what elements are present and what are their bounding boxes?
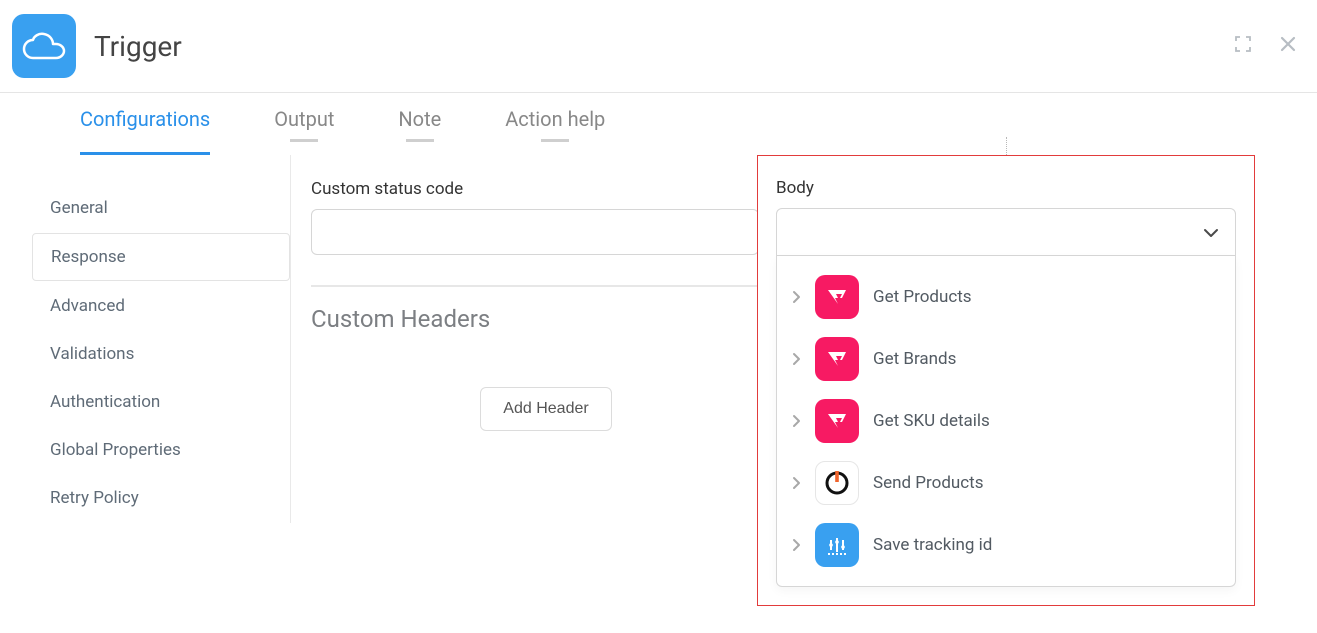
dropdown-item-label: Get Products [873, 287, 972, 307]
sidebar-item-retry-policy[interactable]: Retry Policy [32, 475, 290, 521]
chevron-right-icon [791, 476, 801, 490]
tab-output[interactable]: Output [274, 93, 334, 155]
dropdown-item-label: Save tracking id [873, 535, 992, 555]
tab-note[interactable]: Note [398, 93, 441, 155]
cloud-icon [12, 14, 76, 78]
sidebar-item-response[interactable]: Response [32, 233, 290, 281]
dropdown-item-send-products[interactable]: Send Products [783, 452, 1229, 514]
custom-status-input[interactable] [311, 209, 759, 255]
tabs: Configurations Output Note Action help [0, 93, 1317, 155]
sidebar-item-advanced[interactable]: Advanced [32, 283, 290, 329]
sidebar: General Response Advanced Validations Au… [0, 155, 290, 523]
close-icon[interactable] [1279, 35, 1297, 57]
vtex-icon [815, 399, 859, 443]
content-panel: Custom status code Custom Headers Add He… [290, 155, 1317, 523]
chevron-down-icon [1203, 223, 1219, 242]
tracking-icon [815, 523, 859, 567]
body-select[interactable] [776, 208, 1236, 256]
header: Trigger [0, 0, 1317, 93]
connector-line [1006, 137, 1007, 155]
body-label: Body [776, 178, 1236, 198]
expand-icon[interactable] [1233, 34, 1253, 58]
sidebar-item-validations[interactable]: Validations [32, 331, 290, 377]
chevron-right-icon [791, 290, 801, 304]
sidebar-item-general[interactable]: General [32, 185, 290, 231]
dropdown-item-label: Send Products [873, 473, 984, 493]
body-panel: Body Get Products [757, 155, 1255, 606]
dropdown-item-save-tracking[interactable]: Save tracking id [783, 514, 1229, 576]
power-icon [815, 461, 859, 505]
chevron-right-icon [791, 352, 801, 366]
body-dropdown-list: Get Products Get Brands [776, 256, 1236, 587]
dropdown-item-get-sku[interactable]: Get SKU details [783, 390, 1229, 452]
dropdown-item-label: Get SKU details [873, 411, 990, 431]
dropdown-item-label: Get Brands [873, 349, 956, 369]
tab-configurations[interactable]: Configurations [80, 93, 210, 155]
dropdown-item-get-products[interactable]: Get Products [783, 266, 1229, 328]
sidebar-item-authentication[interactable]: Authentication [32, 379, 290, 425]
custom-status-label: Custom status code [311, 179, 759, 199]
vtex-icon [815, 337, 859, 381]
vtex-icon [815, 275, 859, 319]
chevron-right-icon [791, 414, 801, 428]
add-header-button[interactable]: Add Header [480, 387, 611, 431]
dropdown-item-get-brands[interactable]: Get Brands [783, 328, 1229, 390]
sidebar-item-global-properties[interactable]: Global Properties [32, 427, 290, 473]
tab-action-help[interactable]: Action help [505, 93, 605, 155]
chevron-right-icon [791, 538, 801, 552]
page-title: Trigger [94, 30, 1233, 63]
divider [311, 285, 759, 287]
